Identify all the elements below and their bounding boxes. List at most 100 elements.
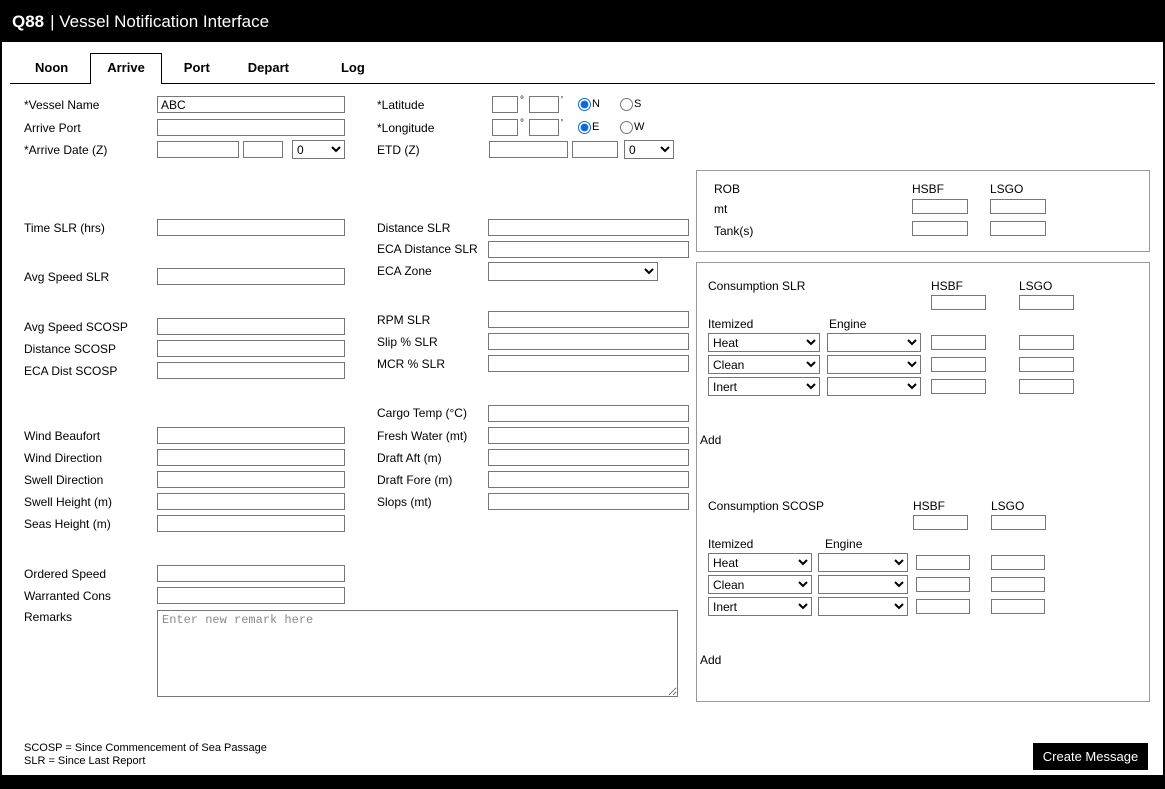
longitude-degrees-input[interactable] — [492, 119, 518, 136]
time-slr-input[interactable] — [157, 219, 345, 236]
longitude-minutes-input[interactable] — [529, 119, 559, 136]
avg-speed-scosp-label: Avg Speed SCOSP — [24, 320, 128, 334]
consumption-slr-total-hsbf-input[interactable] — [931, 295, 986, 310]
consumption-scosp-engine-select-2[interactable] — [818, 575, 908, 594]
consumption-scosp-hsbf-input-2[interactable] — [916, 577, 970, 592]
consumption-slr-engine-select-3[interactable] — [827, 377, 921, 396]
latitude-label: *Latitude — [377, 98, 424, 112]
distance-slr-label: Distance SLR — [377, 221, 450, 235]
rob-tanks-label: Tank(s) — [714, 224, 753, 238]
tab-noon[interactable]: Noon — [19, 54, 84, 83]
rob-mt-hsbf-input[interactable] — [912, 199, 968, 214]
consumption-scosp-itemized-select-1[interactable]: Heat — [708, 553, 812, 572]
consumption-scosp-total-hsbf-input[interactable] — [913, 515, 968, 530]
consumption-slr-lsgo-input-3[interactable] — [1019, 379, 1074, 394]
rob-tanks-hsbf-input[interactable] — [912, 221, 968, 236]
avg-speed-slr-input[interactable] — [157, 268, 345, 285]
swell-direction-input[interactable] — [157, 471, 345, 488]
consumption-scosp-hsbf-input-1[interactable] — [916, 555, 970, 570]
arrive-date-input[interactable] — [157, 141, 239, 158]
rob-title: ROB — [714, 182, 740, 196]
draft-aft-input[interactable] — [488, 449, 689, 466]
consumption-scosp-itemized-select-2[interactable]: Clean — [708, 575, 812, 594]
rob-tanks-lsgo-input[interactable] — [990, 221, 1046, 236]
consumption-scosp-engine-select-3[interactable] — [818, 597, 908, 616]
latitude-south-radio[interactable] — [620, 98, 633, 111]
etd-label: ETD (Z) — [377, 143, 420, 157]
consumption-slr-add-link[interactable]: Add — [700, 433, 721, 447]
seas-height-input[interactable] — [157, 515, 345, 532]
consumption-scosp-hsbf-input-3[interactable] — [916, 599, 970, 614]
etd-time-input[interactable] — [572, 141, 618, 158]
etd-date-input[interactable] — [489, 141, 568, 158]
consumption-slr-itemized-label: Itemized — [708, 317, 753, 331]
avg-speed-scosp-input[interactable] — [157, 318, 345, 335]
warranted-cons-label: Warranted Cons — [24, 589, 111, 603]
consumption-slr-hsbf-input-1[interactable] — [931, 335, 986, 350]
consumption-slr-hsbf-input-2[interactable] — [931, 357, 986, 372]
rob-mt-label: mt — [714, 202, 727, 216]
tab-port[interactable]: Port — [168, 54, 226, 83]
consumption-slr-total-lsgo-input[interactable] — [1019, 295, 1074, 310]
consumption-scosp-itemized-select-3[interactable]: Inert — [708, 597, 812, 616]
create-message-button[interactable]: Create Message — [1033, 743, 1148, 770]
arrive-timezone-select[interactable]: 0 — [292, 140, 345, 159]
arrive-time-input[interactable] — [243, 141, 283, 158]
swell-height-input[interactable] — [157, 493, 345, 510]
cargo-temp-input[interactable] — [488, 405, 689, 422]
tab-arrive[interactable]: Arrive — [90, 53, 162, 84]
eca-dist-scosp-input[interactable] — [157, 362, 345, 379]
mcr-slr-input[interactable] — [488, 355, 689, 372]
latitude-minute-symbol: ' — [561, 95, 563, 106]
app-brand: Q88 — [12, 12, 44, 32]
tab-log[interactable]: Log — [325, 54, 381, 83]
consumption-slr-engine-select-2[interactable] — [827, 355, 921, 374]
latitude-minutes-input[interactable] — [529, 96, 559, 113]
remarks-textarea[interactable] — [157, 610, 678, 697]
vessel-name-input[interactable] — [157, 96, 345, 113]
ordered-speed-input[interactable] — [157, 565, 345, 582]
consumption-slr-itemized-select-3[interactable]: Inert — [708, 377, 820, 396]
consumption-scosp-total-lsgo-input[interactable] — [991, 515, 1046, 530]
latitude-north-radio[interactable] — [578, 98, 591, 111]
eca-zone-select[interactable] — [488, 262, 658, 281]
draft-fore-input[interactable] — [488, 471, 689, 488]
consumption-slr-lsgo-input-1[interactable] — [1019, 335, 1074, 350]
slops-input[interactable] — [488, 493, 689, 510]
distance-scosp-input[interactable] — [157, 340, 345, 357]
wind-beaufort-label: Wind Beaufort — [24, 429, 100, 443]
etd-timezone-select[interactable]: 0 — [624, 140, 674, 159]
rpm-slr-input[interactable] — [488, 311, 689, 328]
wind-beaufort-input[interactable] — [157, 427, 345, 444]
consumption-slr-hsbf-input-3[interactable] — [931, 379, 986, 394]
longitude-east-label: E — [592, 121, 599, 133]
consumption-slr-itemized-select-2[interactable]: Clean — [708, 355, 820, 374]
eca-distance-slr-input[interactable] — [488, 241, 689, 258]
consumption-scosp-lsgo-input-2[interactable] — [991, 577, 1045, 592]
avg-speed-slr-label: Avg Speed SLR — [24, 270, 109, 284]
consumption-slr-title: Consumption SLR — [708, 279, 805, 293]
warranted-cons-input[interactable] — [157, 587, 345, 604]
consumption-slr-engine-label: Engine — [829, 317, 866, 331]
slip-slr-label: Slip % SLR — [377, 335, 438, 349]
consumption-slr-lsgo-input-2[interactable] — [1019, 357, 1074, 372]
slip-slr-input[interactable] — [488, 333, 689, 350]
consumption-panel: Consumption SLR HSBF LSGO Itemized Engin… — [696, 262, 1150, 702]
wind-direction-input[interactable] — [157, 449, 345, 466]
consumption-slr-engine-select-1[interactable] — [827, 333, 921, 352]
consumption-scosp-add-link[interactable]: Add — [700, 653, 721, 667]
eca-distance-slr-label: ECA Distance SLR — [377, 242, 478, 256]
consumption-scosp-lsgo-input-1[interactable] — [991, 555, 1045, 570]
rob-mt-lsgo-input[interactable] — [990, 199, 1046, 214]
consumption-slr-itemized-select-1[interactable]: Heat — [708, 333, 820, 352]
distance-slr-input[interactable] — [488, 219, 689, 236]
consumption-scosp-lsgo-input-3[interactable] — [991, 599, 1045, 614]
consumption-slr-lsgo-header: LSGO — [1019, 279, 1052, 293]
fresh-water-input[interactable] — [488, 427, 689, 444]
arrive-port-input[interactable] — [157, 119, 345, 136]
longitude-east-radio[interactable] — [578, 121, 591, 134]
consumption-scosp-engine-select-1[interactable] — [818, 553, 908, 572]
tab-depart[interactable]: Depart — [232, 54, 305, 83]
longitude-west-radio[interactable] — [620, 121, 633, 134]
latitude-degrees-input[interactable] — [492, 96, 518, 113]
